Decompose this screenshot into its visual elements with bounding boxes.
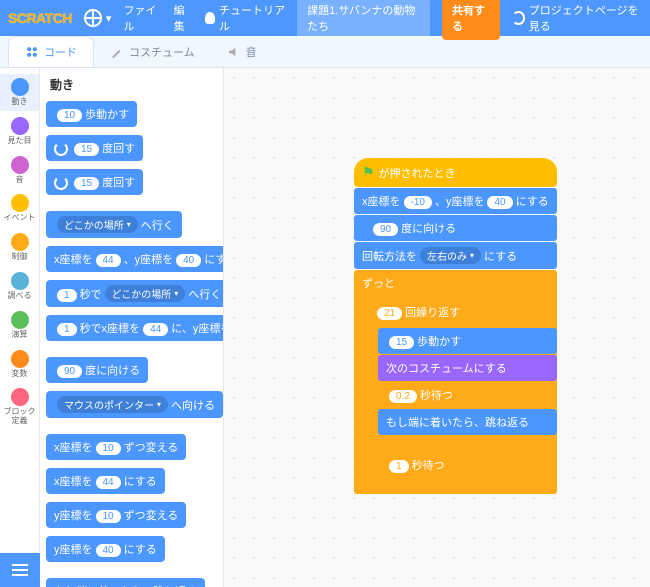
- block-glide-to[interactable]: 1秒でどこかの場所へ行く: [46, 280, 224, 307]
- block-gotoxy[interactable]: x座標を44、y座標を40にする: [46, 246, 224, 272]
- rotate-cw-icon: [54, 142, 68, 156]
- code-icon: [25, 45, 39, 59]
- project-title-input[interactable]: 課題1.サバンナの動物たち: [297, 0, 430, 38]
- category-演算[interactable]: 演算: [0, 307, 39, 344]
- script-next-costume[interactable]: 次のコスチュームにする: [378, 355, 557, 381]
- scratch-logo[interactable]: SCRATCH: [8, 10, 72, 26]
- category-変数[interactable]: 変数: [0, 346, 39, 383]
- refresh-icon: [512, 11, 525, 25]
- category-dot-icon: [11, 156, 29, 174]
- category-動き[interactable]: 動き: [0, 74, 39, 111]
- script-bounce[interactable]: もし端に着いたら、跳ね返る: [378, 409, 557, 435]
- globe-icon: [84, 9, 102, 27]
- category-イベント[interactable]: イベント: [0, 190, 39, 227]
- category-dot-icon: [11, 117, 29, 135]
- palette-header: 動き: [46, 76, 217, 93]
- tutorials-button[interactable]: チュートリアル: [205, 2, 286, 34]
- green-flag-icon: ⚑: [362, 164, 375, 181]
- script-forever[interactable]: ずっと 21回繰り返す 15歩動かす 次のコスチュームにする 0.2秒待つ もし…: [354, 270, 557, 494]
- block-palette: 動き 10歩動かす 15度回す 15度回す どこかの場所へ行く x座標を44、y…: [40, 68, 224, 587]
- menu-bar: SCRATCH ▾ ファイル 編集 チュートリアル 課題1.サバンナの動物たち …: [0, 0, 650, 36]
- lightbulb-icon: [205, 12, 215, 24]
- category-制御[interactable]: 制御: [0, 229, 39, 266]
- sound-icon: [227, 45, 241, 59]
- block-set-x[interactable]: x座標を44にする: [46, 468, 165, 494]
- script-repeat[interactable]: 21回繰り返す 15歩動かす 次のコスチュームにする 0.2秒待つ もし端に着い…: [366, 299, 557, 451]
- block-set-y[interactable]: y座標を40にする: [46, 536, 165, 562]
- script-move[interactable]: 15歩動かす: [378, 328, 557, 354]
- category-dot-icon: [11, 78, 29, 96]
- category-dot-icon: [11, 350, 29, 368]
- category-dot-icon: [11, 311, 29, 329]
- block-move-steps[interactable]: 10歩動かす: [46, 101, 137, 127]
- script-rotation-style[interactable]: 回転方法を左右のみにする: [354, 242, 557, 269]
- tab-sounds[interactable]: 音: [211, 37, 273, 67]
- block-change-y[interactable]: y座標を10ずつ変える: [46, 502, 186, 528]
- block-point-towards[interactable]: マウスのポインターへ向ける: [46, 391, 223, 418]
- block-goto[interactable]: どこかの場所へ行く: [46, 211, 182, 238]
- category-ブロック定義[interactable]: ブロック定義: [0, 384, 39, 430]
- workspace[interactable]: ⚑が押されたとき x座標を-10、y座標を40にする 90度に向ける 回転方法を…: [224, 68, 650, 587]
- block-glide-xy[interactable]: 1秒でx座標を44に、y座標を4: [46, 315, 224, 341]
- tab-code[interactable]: コード: [8, 36, 94, 67]
- tabs-bar: コード コスチューム 音: [0, 36, 650, 68]
- block-point-direction[interactable]: 90度に向ける: [46, 357, 148, 383]
- edit-menu[interactable]: 編集: [174, 2, 193, 34]
- brush-icon: [110, 45, 124, 59]
- script-point-direction[interactable]: 90度に向ける: [354, 215, 557, 241]
- rotate-ccw-icon: [54, 176, 68, 190]
- script-wait-2[interactable]: 1秒待つ: [378, 452, 557, 478]
- tab-costumes[interactable]: コスチューム: [94, 37, 211, 67]
- block-bounce[interactable]: もし端に着いたら、跳ね返る: [46, 578, 205, 587]
- language-menu[interactable]: ▾: [84, 9, 112, 27]
- block-turn-cw[interactable]: 15度回す: [46, 135, 143, 161]
- category-dot-icon: [11, 388, 29, 406]
- category-見た目[interactable]: 見た目: [0, 113, 39, 150]
- file-menu[interactable]: ファイル: [123, 2, 161, 34]
- block-when-flag-clicked[interactable]: ⚑が押されたとき: [354, 158, 557, 187]
- backpack-button[interactable]: [0, 553, 40, 587]
- block-turn-ccw[interactable]: 15度回す: [46, 169, 143, 195]
- script-gotoxy[interactable]: x座標を-10、y座標を40にする: [354, 188, 557, 214]
- category-dot-icon: [11, 272, 29, 290]
- script-wait-1[interactable]: 0.2秒待つ: [378, 382, 557, 408]
- block-change-x[interactable]: x座標を10ずつ変える: [46, 434, 186, 460]
- backpack-icon: [12, 564, 28, 576]
- script-stack[interactable]: ⚑が押されたとき x座標を-10、y座標を40にする 90度に向ける 回転方法を…: [354, 158, 557, 494]
- category-dot-icon: [11, 233, 29, 251]
- share-button[interactable]: 共有する: [442, 0, 500, 40]
- see-project-page[interactable]: プロジェクトページを見る: [512, 2, 642, 34]
- category-音[interactable]: 音: [0, 152, 39, 189]
- category-dot-icon: [11, 194, 29, 212]
- category-調べる[interactable]: 調べる: [0, 268, 39, 305]
- category-list: 動き見た目音イベント制御調べる演算変数ブロック定義: [0, 68, 40, 587]
